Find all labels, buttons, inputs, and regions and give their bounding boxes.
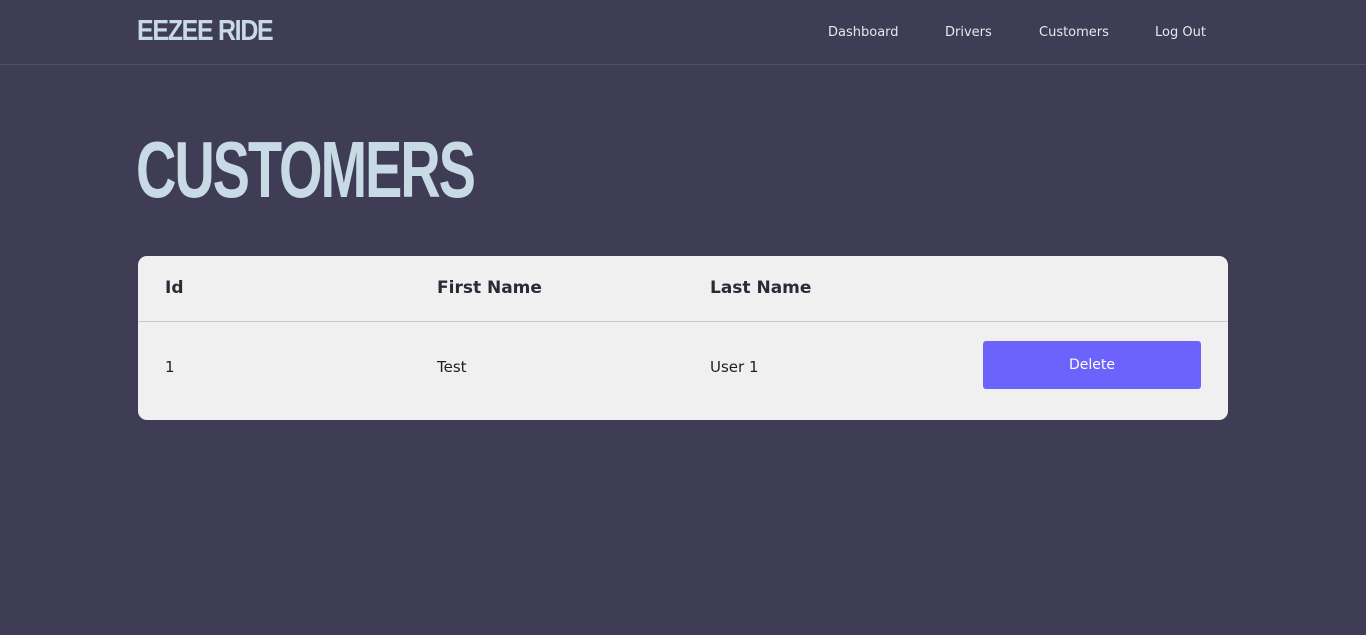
nav-link-customers[interactable]: Customers (1039, 24, 1109, 42)
table-header-row: Id First Name Last Name (138, 256, 1228, 322)
page-title: CUSTOMERS (136, 125, 476, 214)
nav-link-dashboard[interactable]: Dashboard (828, 24, 899, 42)
column-header-first-name: First Name (437, 278, 542, 298)
customers-table: Id First Name Last Name 1 Test User 1 De… (138, 256, 1228, 420)
delete-button[interactable]: Delete (983, 341, 1201, 389)
brand-logo[interactable]: EEZEE RIDE (137, 14, 274, 48)
column-header-last-name: Last Name (710, 278, 812, 298)
top-navbar: EEZEE RIDE Dashboard Drivers Customers L… (0, 0, 1366, 65)
nav-link-log-out[interactable]: Log Out (1155, 24, 1206, 42)
cell-last-name: User 1 (710, 358, 759, 376)
cell-id: 1 (165, 358, 175, 376)
column-header-id: Id (165, 278, 184, 298)
nav-link-drivers[interactable]: Drivers (945, 24, 992, 42)
cell-first-name: Test (437, 358, 467, 376)
table-row: 1 Test User 1 Delete (138, 321, 1228, 420)
